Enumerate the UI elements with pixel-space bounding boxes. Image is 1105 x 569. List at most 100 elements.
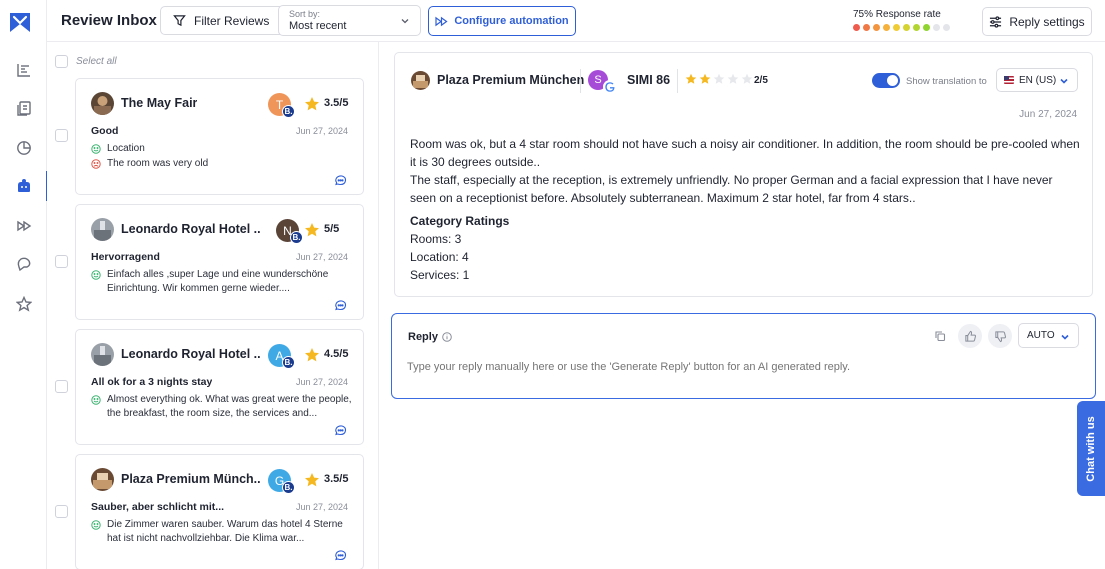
review-checkbox[interactable]: [55, 255, 68, 268]
chat-bubble-icon[interactable]: [334, 424, 347, 437]
star-empty-icon: [727, 73, 739, 84]
chat-bubble-icon[interactable]: [334, 299, 347, 312]
star-icon: [305, 473, 319, 487]
top-header: Review Inbox Filter Reviews Sort by: Mos…: [47, 0, 1105, 42]
review-date: Jun 27, 2024: [295, 502, 348, 512]
star-icon: [15, 296, 32, 312]
reply-box: Reply AUTO: [391, 313, 1096, 399]
info-icon[interactable]: [442, 332, 452, 342]
smile-icon: [91, 520, 101, 530]
automation-nav[interactable]: [0, 209, 47, 243]
favorites-nav[interactable]: [0, 287, 47, 321]
us-flag-icon: [1004, 76, 1014, 84]
inbox-nav[interactable]: [0, 169, 48, 203]
response-rate: 75% Response rate: [853, 9, 950, 31]
dashboard-nav[interactable]: [0, 131, 47, 165]
reply-input[interactable]: [407, 361, 1067, 373]
star-filled-icon: [685, 73, 697, 84]
star-empty-icon: [741, 73, 753, 84]
rating-text: 4.5/5: [324, 348, 349, 360]
divider: [580, 69, 581, 93]
reply-mode-select[interactable]: AUTO: [1018, 323, 1079, 348]
category-rating: Location: 4: [410, 250, 469, 264]
configure-automation-label: Configure automation: [454, 15, 569, 27]
review-snippet: The room was very old: [107, 158, 209, 169]
review-snippet: Location: [107, 143, 145, 154]
booking-source-icon: B.: [282, 356, 295, 369]
response-rate-dot: [863, 24, 870, 31]
thumbs-down-button[interactable]: [988, 324, 1012, 348]
review-card[interactable]: Plaza Premium Münch... G B. 3.5/5 Sauber, ab…: [75, 454, 364, 569]
hotel-name: Leonardo Royal Hotel ...: [121, 347, 261, 361]
google-icon: [603, 80, 617, 94]
analytics-icon: [16, 64, 30, 77]
reports-nav[interactable]: [0, 91, 47, 125]
rating-text: 5/5: [324, 223, 340, 235]
select-all-label: Select all: [76, 56, 117, 67]
review-checkbox[interactable]: [55, 380, 68, 393]
chat-with-us-widget[interactable]: Chat with us: [1077, 401, 1105, 496]
review-title: Good: [91, 125, 119, 137]
copy-button[interactable]: [928, 324, 952, 348]
review-paragraph: Room was ok, but a 4 star room should no…: [410, 137, 1080, 169]
automation-icon: [16, 220, 31, 232]
smile-icon: [91, 270, 101, 280]
response-rate-dot: [873, 24, 880, 31]
select-all-checkbox[interactable]: [55, 55, 68, 68]
reply-settings-button[interactable]: Reply settings: [982, 7, 1092, 36]
review-card[interactable]: The May Fair T B. 3.5/5 Good Jun 27, 2024 Loca…: [75, 78, 364, 195]
smile-icon: [91, 395, 101, 405]
review-checkbox[interactable]: [55, 505, 68, 518]
select-all[interactable]: Select all: [55, 55, 117, 68]
reply-header: Reply: [408, 331, 452, 343]
response-rate-dot: [903, 24, 910, 31]
chat-bubble-icon[interactable]: [334, 174, 347, 187]
thumbs-up-icon: [964, 330, 976, 342]
filter-icon: [173, 15, 186, 27]
chevron-down-icon: [1060, 78, 1068, 84]
response-rate-text: 75% Response rate: [853, 9, 941, 20]
hotel-name: Leonardo Royal Hotel ...: [121, 222, 261, 236]
review-snippet: Einfach alles ,super Lage und eine wunde…: [107, 269, 329, 294]
sort-label: Sort by:: [289, 9, 321, 19]
review-date: Jun 27, 2024: [295, 377, 348, 387]
star-rating: [685, 73, 753, 85]
copy-icon: [935, 331, 946, 342]
thumbs-down-icon: [994, 330, 1006, 342]
category-ratings-title: Category Ratings: [410, 214, 510, 228]
review-date: Jun 27, 2024: [295, 252, 348, 262]
review-list: Select all The May Fair T B. 3.5/5 Good Jun 2…: [47, 42, 379, 569]
hotel-avatar: [91, 92, 114, 115]
chat-nav[interactable]: [0, 247, 47, 281]
nav-rail: [0, 0, 48, 569]
chat-with-us-label: Chat with us: [1085, 415, 1097, 482]
sort-dropdown[interactable]: Sort by: Most recent: [278, 5, 421, 36]
response-rate-dot: [853, 24, 860, 31]
category-rating: Rooms: 3: [410, 232, 462, 246]
analytics-nav[interactable]: [0, 53, 47, 87]
response-rate-dot: [943, 24, 950, 31]
automation-icon: [435, 16, 448, 26]
review-snippet-line: Einfach alles ,super Lage und eine wunde…: [91, 268, 353, 296]
reply-settings-label: Reply settings: [1009, 14, 1085, 29]
rating-text: 3.5/5: [324, 97, 349, 109]
language-select[interactable]: EN (US): [996, 68, 1078, 92]
chevron-down-icon: [401, 19, 409, 24]
review-card[interactable]: Leonardo Royal Hotel ... N B. 5/5 Hervorrage…: [75, 204, 364, 320]
review-date: Jun 27, 2024: [295, 126, 348, 136]
review-snippet-line: Die Zimmer waren sauber. Warum das hotel…: [91, 518, 353, 546]
response-rate-meter: [853, 24, 950, 31]
translation-toggle[interactable]: [872, 73, 900, 88]
review-checkbox[interactable]: [55, 129, 68, 142]
chat-bubble-icon[interactable]: [334, 549, 347, 562]
language-value: EN (US): [1019, 74, 1057, 86]
thumbs-up-button[interactable]: [958, 324, 982, 348]
reply-mode-value: AUTO: [1027, 330, 1055, 341]
configure-automation-button[interactable]: Configure automation: [428, 6, 576, 36]
star-filled-icon: [699, 73, 711, 84]
reply-label: Reply: [408, 331, 438, 343]
review-card[interactable]: Leonardo Royal Hotel ... A B. 4.5/5 All ok f…: [75, 329, 364, 445]
chat-icon: [17, 257, 30, 272]
app-logo-icon[interactable]: [8, 10, 32, 34]
chevron-down-icon: [1061, 334, 1069, 340]
